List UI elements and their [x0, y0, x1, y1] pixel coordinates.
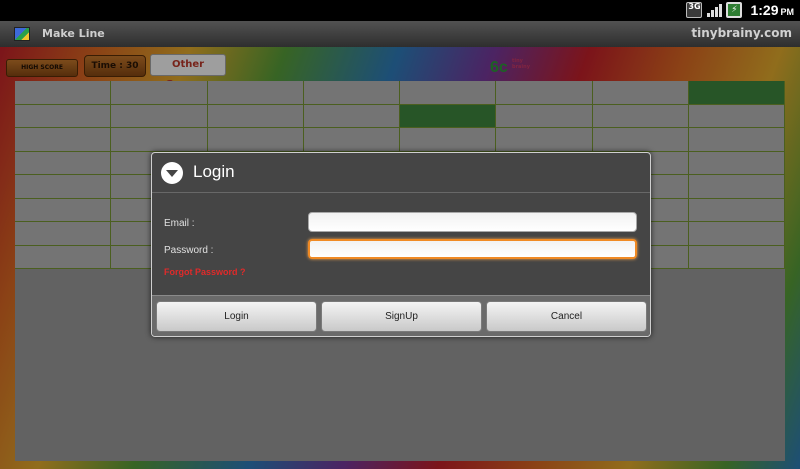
- dialog-header: Login: [152, 153, 650, 193]
- app-title-bar: Make Line tinybrainy.com: [0, 21, 800, 47]
- dropdown-circle-icon: [161, 162, 183, 184]
- signal-icon: [706, 2, 723, 18]
- dialog-button-row: Login SignUp Cancel: [152, 295, 650, 336]
- login-button[interactable]: Login: [156, 301, 317, 332]
- login-dialog: Login Email : Password : Forgot Password…: [151, 152, 651, 337]
- status-bar: 3G ⚡ 1:29 PM: [0, 0, 800, 21]
- dialog-title: Login: [193, 162, 235, 181]
- clock-ampm: PM: [780, 7, 795, 17]
- site-name: tinybrainy.com: [691, 26, 792, 40]
- signup-button[interactable]: SignUp: [321, 301, 482, 332]
- cancel-button[interactable]: Cancel: [486, 301, 647, 332]
- network-label: 3G: [688, 2, 701, 11]
- email-label: Email :: [164, 218, 195, 229]
- clock: 1:29 PM: [750, 2, 794, 18]
- app-icon: [14, 27, 30, 41]
- clock-time: 1:29: [750, 2, 779, 18]
- password-label: Password :: [164, 245, 214, 256]
- email-field[interactable]: [308, 212, 637, 232]
- 3g-network-icon: 3G: [686, 2, 703, 18]
- battery-icon: ⚡: [726, 2, 743, 18]
- status-icons: 3G ⚡ 1:29 PM: [686, 2, 794, 18]
- app-title: Make Line: [42, 27, 105, 40]
- forgot-password-link[interactable]: Forgot Password ?: [164, 267, 246, 277]
- password-field[interactable]: [308, 239, 637, 259]
